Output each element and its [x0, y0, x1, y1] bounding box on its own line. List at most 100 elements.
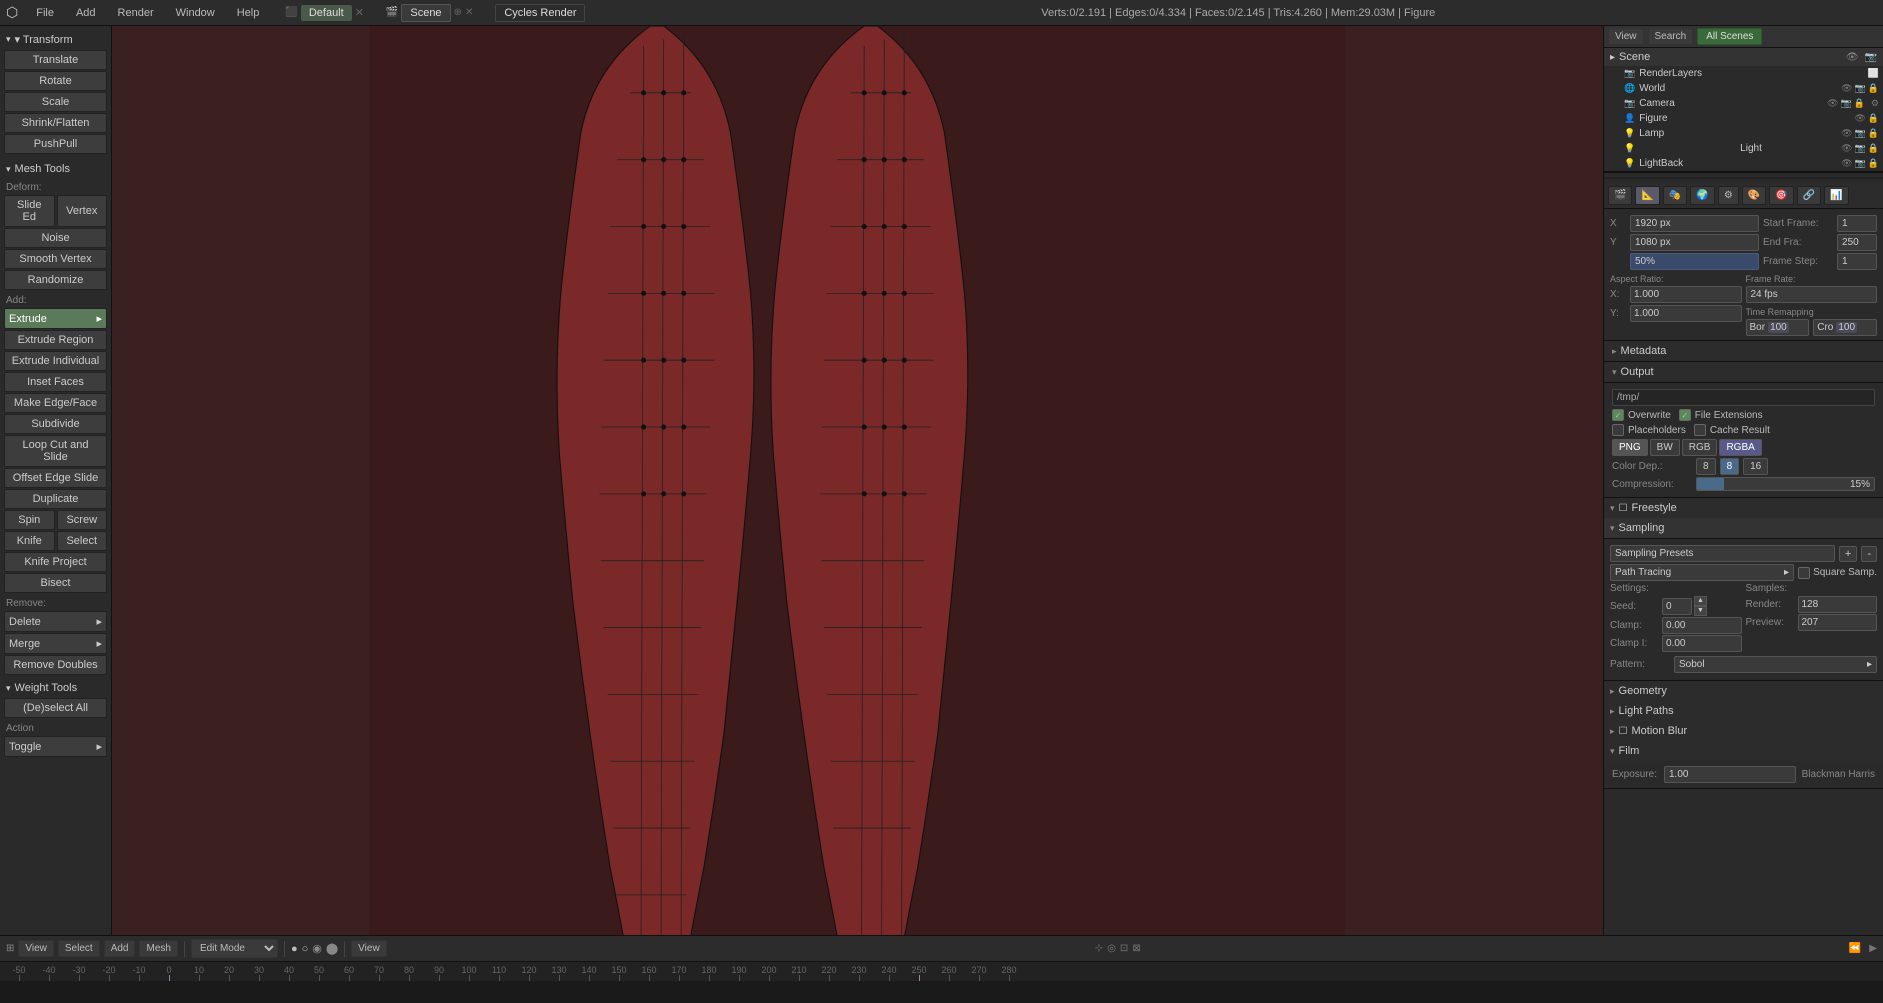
color-depth-8-btn[interactable]: 8 — [1696, 458, 1716, 475]
prop-icon-particles[interactable]: 📊 — [1824, 186, 1848, 205]
action-toggle-btn[interactable]: Toggle ▸ — [4, 736, 107, 757]
menu-help[interactable]: Help — [233, 5, 264, 21]
placeholders-checkbox[interactable]: Placeholders — [1612, 424, 1686, 436]
scene-name[interactable]: Scene — [401, 4, 450, 22]
delete-btn[interactable]: Delete ▸ — [4, 611, 107, 632]
scene-item-world[interactable]: 🌐 World 👁 📷 🔒 — [1604, 81, 1883, 96]
x-res-input[interactable]: 1920 px — [1630, 215, 1759, 232]
mesh-tools-section-header[interactable]: ▾ Mesh Tools — [2, 160, 109, 178]
make-edge-face-btn[interactable]: Make Edge/Face — [4, 393, 107, 413]
randomize-btn[interactable]: Randomize — [4, 270, 107, 290]
figure-vis-eye[interactable]: 👁 — [1854, 113, 1865, 124]
snap-icon[interactable]: ⊹ — [1095, 943, 1103, 954]
menu-file[interactable]: File — [32, 5, 58, 21]
light-vis-lock[interactable]: 🔒 — [1868, 143, 1879, 154]
menu-render[interactable]: Render — [114, 5, 158, 21]
sphere-mode-btn[interactable]: ● — [291, 943, 298, 955]
timeline-icon[interactable]: ⏪ — [1849, 943, 1861, 954]
scene-expand[interactable]: ⊕ — [454, 7, 462, 18]
view-toolbar-btn[interactable]: View — [18, 940, 54, 957]
extrude-btn[interactable]: Extrude ▸ — [4, 308, 107, 329]
sampling-remove-btn[interactable]: - — [1861, 546, 1877, 562]
knife-btn[interactable]: Knife — [4, 531, 55, 551]
add-toolbar-btn[interactable]: Add — [104, 940, 136, 957]
square-samp-checkbox[interactable]: Square Samp. — [1798, 567, 1877, 579]
search-btn[interactable]: Search — [1648, 28, 1694, 45]
viewport[interactable] — [112, 26, 1603, 935]
scene-item-renderlayers[interactable]: 📷 RenderLayers ⬜ — [1604, 66, 1883, 81]
extrude-region-btn[interactable]: Extrude Region — [4, 330, 107, 350]
select-btn[interactable]: Select — [57, 531, 108, 551]
renderlayers-extra[interactable]: ⬜ — [1868, 68, 1879, 79]
seed-up-btn[interactable]: ▲ — [1694, 596, 1707, 606]
scene-item-light[interactable]: 💡 Light 👁 📷 🔒 — [1604, 141, 1883, 156]
cache-result-checkbox[interactable]: Cache Result — [1694, 424, 1770, 436]
weight-tools-section-header[interactable]: ▾ Weight Tools — [2, 679, 109, 697]
screw-btn[interactable]: Screw — [57, 510, 108, 530]
format-rgba-btn[interactable]: RGBA — [1719, 439, 1761, 456]
time-remap-old[interactable]: Bor 100 — [1746, 319, 1810, 336]
seed-down-btn[interactable]: ▼ — [1694, 606, 1707, 616]
light-vis-eye[interactable]: 👁 — [1841, 143, 1852, 154]
compression-slider[interactable]: 15% — [1696, 477, 1875, 491]
color-depth-16-btn[interactable]: 16 — [1743, 458, 1768, 475]
format-rgb-btn[interactable]: RGB — [1682, 439, 1718, 456]
prop-icon-object[interactable]: 🎭 — [1663, 186, 1687, 205]
extrude-individual-btn[interactable]: Extrude Individual — [4, 351, 107, 371]
render-input[interactable]: 128 — [1798, 596, 1878, 613]
lamp-vis-cam[interactable]: 📷 — [1855, 128, 1866, 139]
sculpt-icon[interactable]: ⊠ — [1132, 943, 1140, 954]
all-scenes-btn[interactable]: All Scenes — [1697, 28, 1762, 45]
aspect-x-input[interactable]: 1.000 — [1630, 286, 1742, 303]
frame-rate-input[interactable]: 24 fps — [1746, 286, 1878, 303]
shrink-flatten-btn[interactable]: Shrink/Flatten — [4, 113, 107, 133]
scene-item-camera[interactable]: 📷 Camera 👁 📷 🔒 ⚙ — [1604, 96, 1883, 111]
seed-input[interactable]: 0 — [1662, 598, 1692, 615]
scene-item-lightback[interactable]: 💡 LightBack 👁 📷 🔒 — [1604, 156, 1883, 171]
sampling-presets-dropdown[interactable]: Sampling Presets — [1610, 545, 1835, 562]
color-depth-8b-btn[interactable]: 8 — [1720, 458, 1740, 475]
lightback-vis-eye[interactable]: 👁 — [1841, 158, 1852, 169]
prop-icon-modifiers[interactable]: ⚙ — [1718, 186, 1739, 205]
material-mode-btn[interactable]: ⬤ — [326, 942, 338, 955]
vertex-btn[interactable]: Vertex — [57, 195, 108, 227]
subdivide-btn[interactable]: Subdivide — [4, 414, 107, 434]
clamp-i-input[interactable]: 0.00 — [1662, 635, 1742, 652]
world-vis-lock[interactable]: 🔒 — [1868, 83, 1879, 94]
duplicate-btn[interactable]: Duplicate — [4, 489, 107, 509]
prop-icon-constraints[interactable]: 🔗 — [1797, 186, 1821, 205]
clamp-input[interactable]: 0.00 — [1662, 617, 1742, 634]
sampling-add-btn[interactable]: + — [1839, 546, 1857, 562]
pushpull-btn[interactable]: PushPull — [4, 134, 107, 154]
mirror-icon[interactable]: ⊡ — [1120, 943, 1128, 954]
format-png-btn[interactable]: PNG — [1612, 439, 1648, 456]
camera-vis-eye[interactable]: 👁 — [1827, 98, 1838, 109]
add-workspace-btn[interactable]: ✕ — [355, 6, 364, 19]
translate-btn[interactable]: Translate — [4, 50, 107, 70]
prop-icon-data[interactable]: 🎯 — [1769, 186, 1793, 205]
noise-btn[interactable]: Noise — [4, 228, 107, 248]
path-tracing-dropdown[interactable]: Path Tracing ▸ — [1610, 564, 1794, 581]
freestyle-section-header[interactable]: ▾ ☐ Freestyle — [1604, 498, 1883, 518]
prop-icon-world[interactable]: 🌍 — [1690, 186, 1714, 205]
remove-doubles-btn[interactable]: Remove Doubles — [4, 655, 107, 675]
view-btn[interactable]: View — [1608, 28, 1644, 45]
light-paths-section-header[interactable]: ▸ Light Paths — [1604, 701, 1883, 721]
motion-blur-section-header[interactable]: ▸ ☐ Motion Blur — [1604, 721, 1883, 741]
aspect-y-input[interactable]: 1.000 — [1630, 305, 1742, 322]
smooth-vertex-btn[interactable]: Smooth Vertex — [4, 249, 107, 269]
file-path-input[interactable] — [1612, 389, 1875, 406]
lightback-vis-cam[interactable]: 📷 — [1855, 158, 1866, 169]
exposure-input[interactable]: 1.00 — [1664, 766, 1796, 783]
play-icon[interactable]: ▶ — [1869, 943, 1877, 954]
close-scene[interactable]: ✕ — [465, 7, 473, 18]
start-frame-input[interactable]: 1 — [1837, 215, 1877, 232]
time-remap-new[interactable]: Cro 100 — [1813, 319, 1877, 336]
lamp-vis-lock[interactable]: 🔒 — [1868, 128, 1879, 139]
loop-cut-slide-btn[interactable]: Loop Cut and Slide — [4, 435, 107, 467]
offset-edge-slide-btn[interactable]: Offset Edge Slide — [4, 468, 107, 488]
menu-window[interactable]: Window — [172, 5, 219, 21]
select-toolbar-btn[interactable]: Select — [58, 940, 100, 957]
figure-vis-lock[interactable]: 🔒 — [1868, 113, 1879, 124]
scene-item-figure[interactable]: 👤 Figure 👁 🔒 — [1604, 111, 1883, 126]
